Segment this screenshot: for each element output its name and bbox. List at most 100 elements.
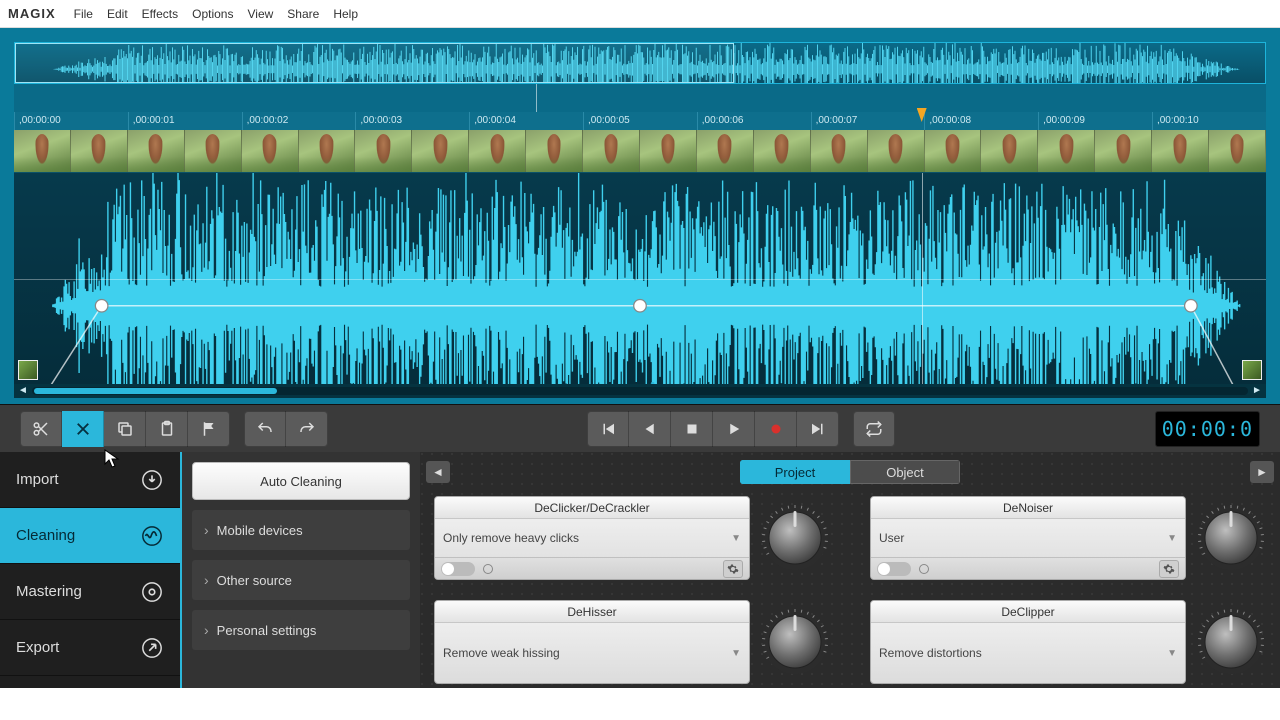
- scroll-left-icon[interactable]: ◄: [18, 386, 28, 396]
- overview-waveform[interactable]: [14, 42, 1266, 84]
- scrollbar-track[interactable]: [32, 387, 1248, 395]
- share-circle-icon: [140, 636, 164, 660]
- effect-bypass-icon[interactable]: [919, 564, 929, 574]
- option-personal-settings[interactable]: Personal settings: [192, 610, 410, 650]
- envelope-handle-left[interactable]: [95, 299, 108, 312]
- knob-control[interactable]: [1196, 503, 1266, 573]
- video-thumbnail[interactable]: [1209, 130, 1266, 172]
- redo-button[interactable]: [286, 411, 328, 447]
- edit-tools-group: [20, 411, 230, 447]
- audio-waveform-track[interactable]: [14, 172, 1266, 384]
- video-thumbnail[interactable]: [583, 130, 640, 172]
- video-thumbnail[interactable]: [640, 130, 697, 172]
- ruler-tick: ,00:00:05: [583, 112, 697, 130]
- effect-card-dehisser: DeHisser Remove weak hissing ▼: [434, 600, 830, 684]
- time-ruler[interactable]: ,00:00:00,00:00:01,00:00:02,00:00:03,00:…: [14, 112, 1266, 130]
- effect-preset-label: Remove distortions: [879, 646, 982, 660]
- play-button[interactable]: [713, 411, 755, 447]
- video-thumbnail[interactable]: [128, 130, 185, 172]
- scissors-button[interactable]: [20, 411, 62, 447]
- effect-footer: [871, 557, 1185, 579]
- loop-button[interactable]: [853, 411, 895, 447]
- menu-effects[interactable]: Effects: [142, 7, 178, 21]
- ruler-tick: ,00:00:02: [242, 112, 356, 130]
- video-thumbnail[interactable]: [1095, 130, 1152, 172]
- video-thumbnail[interactable]: [299, 130, 356, 172]
- segment-project[interactable]: Project: [740, 460, 850, 484]
- stop-button[interactable]: [671, 411, 713, 447]
- paste-button[interactable]: [146, 411, 188, 447]
- effects-next-icon[interactable]: ►: [1250, 461, 1274, 483]
- video-thumbnail[interactable]: [1152, 130, 1209, 172]
- fade-in-handle[interactable]: [18, 360, 38, 380]
- effect-preset-dropdown[interactable]: Remove weak hissing ▼: [435, 623, 749, 683]
- video-thumbnail[interactable]: [412, 130, 469, 172]
- video-thumbnail[interactable]: [185, 130, 242, 172]
- video-thumbnail[interactable]: [754, 130, 811, 172]
- effect-enable-toggle[interactable]: [441, 562, 475, 576]
- skip-end-button[interactable]: [797, 411, 839, 447]
- video-thumbnail[interactable]: [71, 130, 128, 172]
- video-thumbnail[interactable]: [242, 130, 299, 172]
- sidebar-item-import[interactable]: Import: [0, 452, 180, 508]
- video-thumbnail[interactable]: [1038, 130, 1095, 172]
- video-thumbnail[interactable]: [811, 130, 868, 172]
- video-thumbnail[interactable]: [355, 130, 412, 172]
- sidebar-item-cleaning[interactable]: Cleaning: [0, 508, 180, 564]
- scroll-right-icon[interactable]: ►: [1252, 386, 1262, 396]
- playhead[interactable]: [922, 173, 923, 384]
- effect-title: DeNoiser: [871, 497, 1185, 519]
- sidebar-item-mastering[interactable]: Mastering: [0, 564, 180, 620]
- volume-envelope[interactable]: [27, 306, 1254, 384]
- menu-file[interactable]: File: [74, 7, 93, 21]
- video-thumbnail[interactable]: [868, 130, 925, 172]
- effect-settings-button[interactable]: [723, 560, 743, 578]
- effects-grid: DeClicker/DeCrackler Only remove heavy c…: [426, 496, 1274, 684]
- effect-title: DeClipper: [871, 601, 1185, 623]
- option-mobile-devices[interactable]: Mobile devices: [192, 510, 410, 550]
- auto-cleaning-button[interactable]: Auto Cleaning: [192, 462, 410, 500]
- sidebar-item-export[interactable]: Export: [0, 620, 180, 676]
- effect-preset-dropdown[interactable]: User ▼: [871, 519, 1185, 557]
- effect-settings-button[interactable]: [1159, 560, 1179, 578]
- effect-preset-dropdown[interactable]: Only remove heavy clicks ▼: [435, 519, 749, 557]
- copy-button[interactable]: [104, 411, 146, 447]
- option-other-source[interactable]: Other source: [192, 560, 410, 600]
- menu-help[interactable]: Help: [333, 7, 358, 21]
- knob-control[interactable]: [1196, 607, 1266, 677]
- cut-button[interactable]: [62, 411, 104, 447]
- video-thumbnail-track[interactable]: [14, 130, 1266, 172]
- undo-button[interactable]: [244, 411, 286, 447]
- playhead-line[interactable]: [536, 84, 537, 112]
- overview-selection[interactable]: [15, 43, 734, 83]
- video-thumbnail[interactable]: [981, 130, 1038, 172]
- effect-enable-toggle[interactable]: [877, 562, 911, 576]
- fade-out-handle[interactable]: [1242, 360, 1262, 380]
- segment-object[interactable]: Object: [850, 460, 960, 484]
- envelope-handle-center[interactable]: [634, 299, 647, 312]
- effect-preset-dropdown[interactable]: Remove distortions ▼: [871, 623, 1185, 683]
- menu-share[interactable]: Share: [287, 7, 319, 21]
- video-thumbnail[interactable]: [697, 130, 754, 172]
- video-thumbnail[interactable]: [526, 130, 583, 172]
- scrollbar-thumb[interactable]: [34, 388, 277, 394]
- menu-edit[interactable]: Edit: [107, 7, 128, 21]
- horizontal-scrollbar[interactable]: ◄ ►: [14, 384, 1266, 398]
- marker-button[interactable]: [188, 411, 230, 447]
- video-thumbnail[interactable]: [469, 130, 526, 172]
- video-thumbnail[interactable]: [925, 130, 982, 172]
- skip-start-button[interactable]: [587, 411, 629, 447]
- knob-control[interactable]: [760, 503, 830, 573]
- video-thumbnail[interactable]: [14, 130, 71, 172]
- effect-panel: DeNoiser User ▼: [870, 496, 1186, 580]
- effect-bypass-icon[interactable]: [483, 564, 493, 574]
- record-button[interactable]: [755, 411, 797, 447]
- step-back-button[interactable]: [629, 411, 671, 447]
- effects-prev-icon[interactable]: ◄: [426, 461, 450, 483]
- menu-options[interactable]: Options: [192, 7, 233, 21]
- envelope-handle-right[interactable]: [1185, 299, 1198, 312]
- timecode-display: 00:00:0: [1155, 411, 1260, 447]
- scope-segmented-control: Project Object: [740, 460, 960, 484]
- menu-view[interactable]: View: [247, 7, 273, 21]
- knob-control[interactable]: [760, 607, 830, 677]
